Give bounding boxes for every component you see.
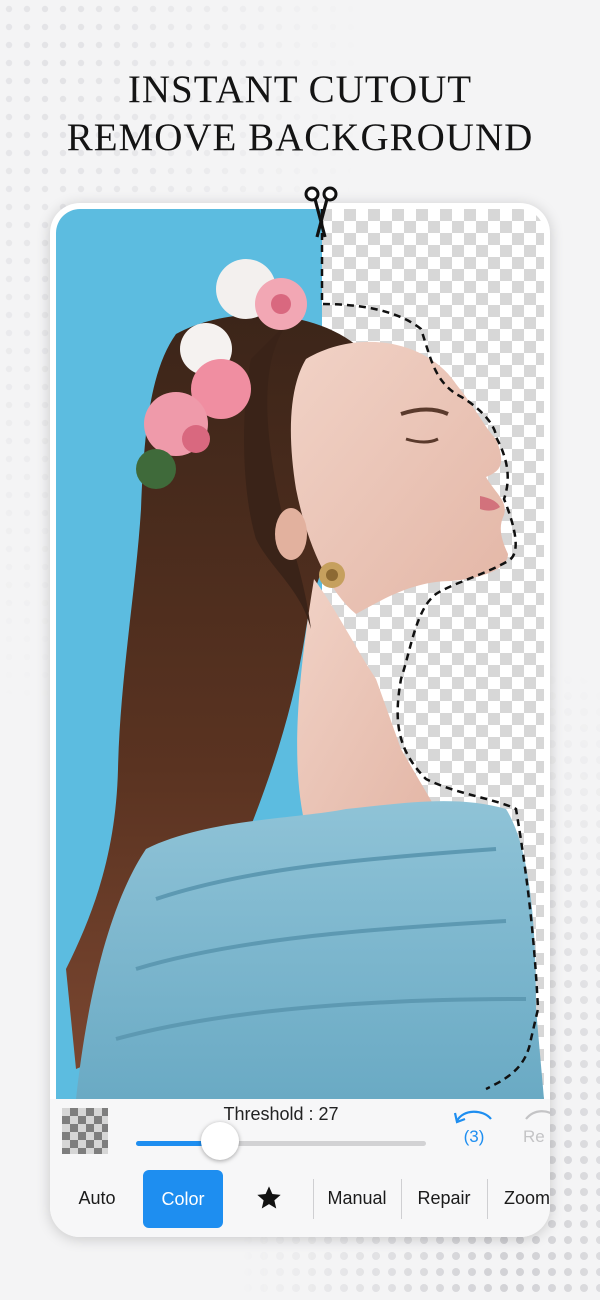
tool-repair[interactable]: Repair: [402, 1167, 486, 1229]
tool-toolbar: Auto Color Manual Repair Zoom: [56, 1167, 550, 1229]
star-icon: [257, 1186, 281, 1209]
transparent-background-icon[interactable]: [62, 1108, 108, 1154]
tool-auto[interactable]: Auto: [56, 1167, 138, 1229]
tool-zoom[interactable]: Zoom: [488, 1167, 550, 1229]
edit-canvas[interactable]: [56, 209, 544, 1099]
tool-manual-label: Manual: [327, 1187, 387, 1208]
headline: INSTANT CUTOUT REMOVE BACKGROUND: [0, 66, 600, 162]
headline-line-2: REMOVE BACKGROUND: [66, 116, 534, 159]
photo-illustration: [56, 209, 544, 1099]
scissors-icon: [304, 186, 338, 238]
redo-label: Re: [523, 1127, 545, 1146]
phone-frame: Threshold : 27 (3) Re Auto Color Manual …: [50, 203, 550, 1237]
tool-zoom-label: Zoom: [504, 1187, 550, 1208]
editor-controls: Threshold : 27 (3) Re Auto Color Manual …: [50, 1099, 550, 1237]
redo-button[interactable]: Re: [520, 1107, 550, 1153]
tool-auto-label: Auto: [78, 1187, 116, 1208]
tool-repair-label: Repair: [417, 1187, 471, 1208]
tool-favorite[interactable]: [228, 1167, 310, 1229]
redo-icon: [525, 1110, 550, 1120]
headline-line-1: INSTANT CUTOUT: [127, 68, 473, 111]
tool-color[interactable]: Color: [143, 1170, 223, 1228]
tool-color-label: Color: [161, 1188, 205, 1209]
tool-manual[interactable]: Manual: [314, 1167, 400, 1229]
undo-icon: [453, 1110, 492, 1124]
threshold-slider-thumb[interactable]: [201, 1122, 240, 1160]
threshold-slider[interactable]: [136, 1141, 426, 1146]
undo-button[interactable]: (3): [450, 1107, 498, 1153]
undo-count: (3): [463, 1127, 485, 1146]
